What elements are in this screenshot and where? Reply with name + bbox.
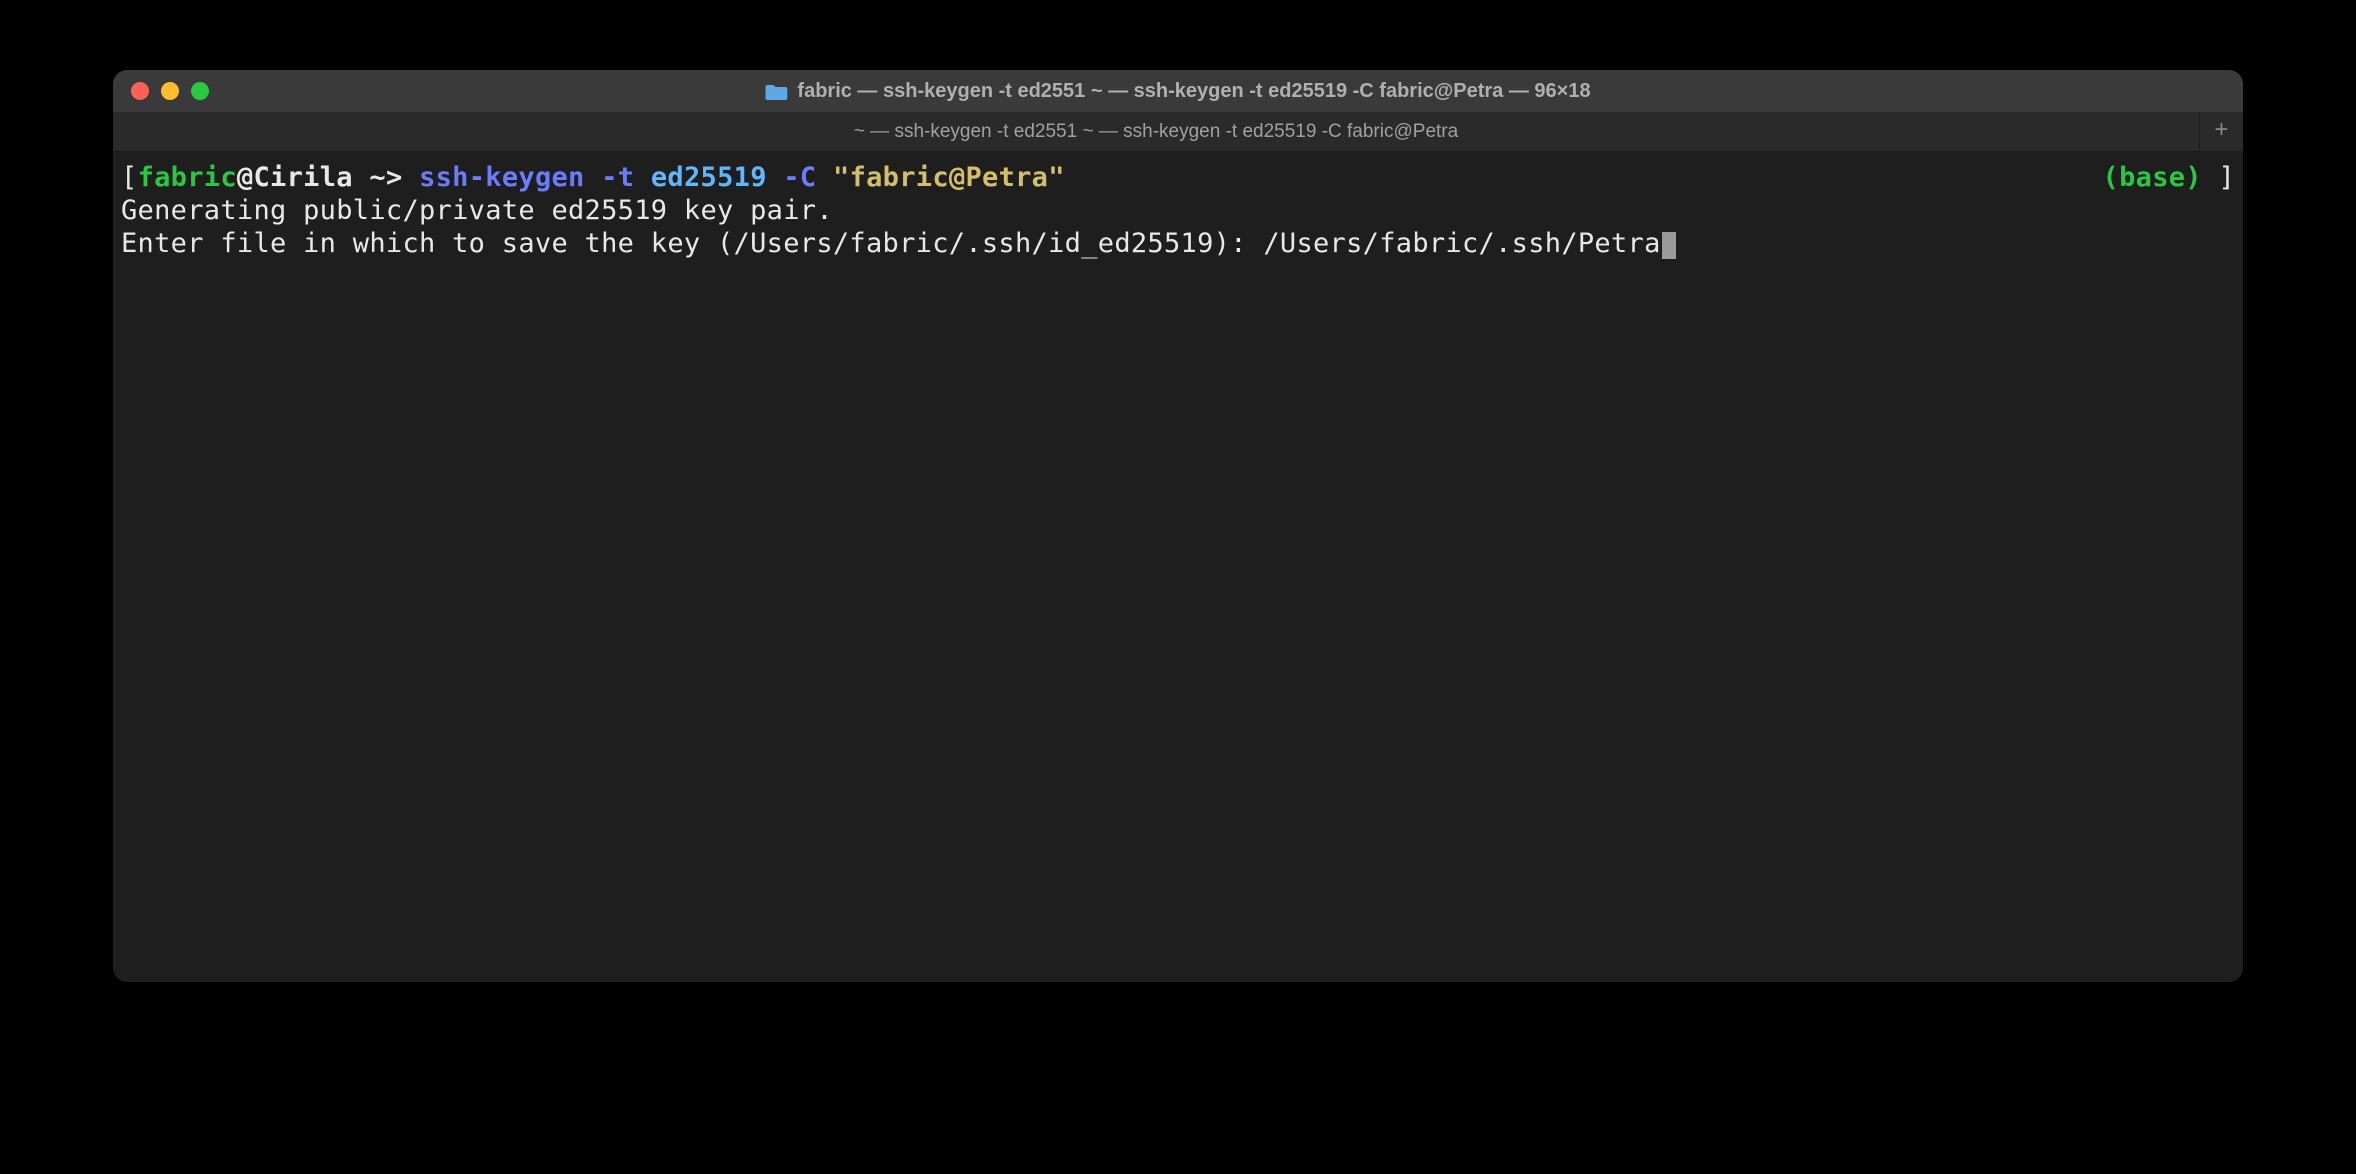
tab-bar: ~ — ssh-keygen -t ed2551 ~ — ssh-keygen … [113,112,2243,152]
tab-label: ~ — ssh-keygen -t ed2551 ~ — ssh-keygen … [854,121,1458,143]
title-bar[interactable]: fabric — ssh-keygen -t ed2551 ~ — ssh-ke… [113,70,2243,112]
prompt-open-bracket: [ [121,162,138,193]
terminal-window: fabric — ssh-keygen -t ed2551 ~ — ssh-ke… [113,70,2243,982]
command-flag-c: -C [783,162,816,193]
terminal-content[interactable]: [fabric@Cirila ~> ssh-keygen -t ed25519 … [113,152,2243,982]
user-input-filepath: /Users/fabric/.ssh/Petra [1263,228,1660,259]
folder-icon [765,83,787,100]
new-tab-button[interactable]: + [2199,112,2243,151]
plus-icon: + [2214,118,2228,145]
traffic-lights [131,82,209,100]
prompt-arrow: > [386,162,403,193]
command-name: ssh-keygen [419,162,585,193]
prompt-at: @ [237,162,254,193]
prompt-path: ~ [353,162,386,193]
conda-env-indicator: (base) [2103,162,2202,193]
maximize-window-button[interactable] [191,82,209,100]
window-title-text: fabric — ssh-keygen -t ed2551 ~ — ssh-ke… [797,80,1590,103]
output-enter-file-prompt: Enter file in which to save the key (/Us… [121,228,1263,259]
minimize-window-button[interactable] [161,82,179,100]
prompt-close-bracket: ] [2218,162,2235,193]
output-generating: Generating public/private ed25519 key pa… [121,195,833,226]
command-arg-type: ed25519 [651,162,767,193]
command-arg-comment: "fabric@Petra" [833,162,1065,193]
prompt-host: Cirila [253,162,352,193]
prompt-line: [fabric@Cirila ~> ssh-keygen -t ed25519 … [121,162,2235,195]
window-title: fabric — ssh-keygen -t ed2551 ~ — ssh-ke… [765,80,1590,103]
tab-active[interactable]: ~ — ssh-keygen -t ed2551 ~ — ssh-keygen … [113,112,2199,151]
cursor [1662,232,1676,259]
close-window-button[interactable] [131,82,149,100]
command-flag-t: -t [601,162,634,193]
prompt-user: fabric [138,162,237,193]
